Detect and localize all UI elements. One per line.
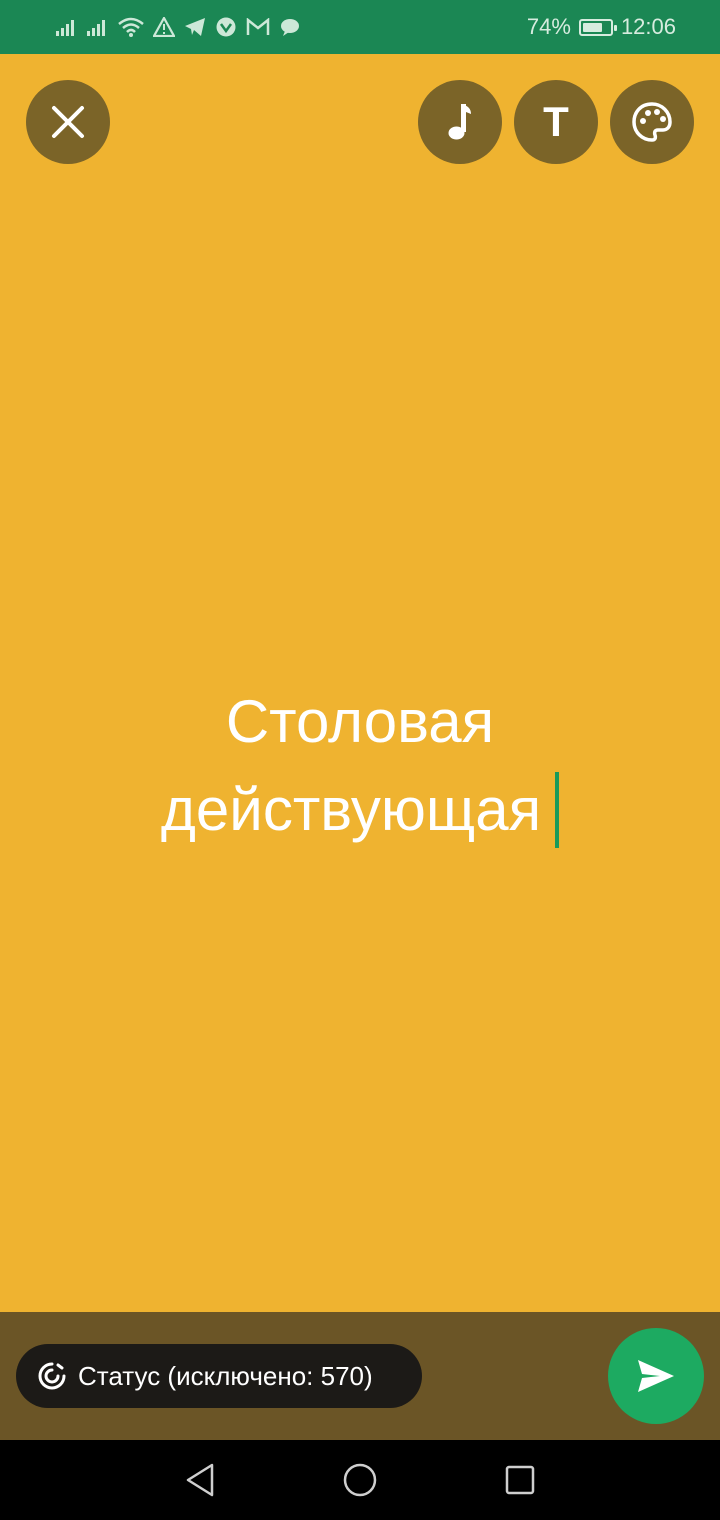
battery-level bbox=[582, 22, 603, 32]
telegram-icon bbox=[185, 18, 205, 36]
battery-icon bbox=[578, 18, 617, 36]
palette-icon bbox=[632, 102, 672, 142]
nav-back-button[interactable] bbox=[180, 1460, 220, 1500]
signal-icon bbox=[87, 20, 105, 36]
warning-icon bbox=[153, 17, 175, 37]
music-note-icon bbox=[448, 104, 471, 140]
back-triangle-icon bbox=[186, 1463, 214, 1497]
system-status-bar: 74% 12:06 bbox=[0, 0, 720, 54]
color-palette-button[interactable] bbox=[610, 80, 694, 164]
recents-square-icon bbox=[505, 1465, 535, 1495]
system-indicators: 74% 12:06 bbox=[527, 13, 676, 41]
battery-percent: 74% bbox=[526, 14, 571, 39]
close-button[interactable] bbox=[26, 80, 110, 164]
text-style-icon: T bbox=[543, 98, 569, 145]
status-privacy-label: Статус (исключено: 570) bbox=[78, 1360, 373, 1391]
message-icon bbox=[281, 19, 299, 36]
text-style-button[interactable]: T bbox=[514, 80, 598, 164]
notification-icons bbox=[56, 14, 301, 40]
nav-home-button[interactable] bbox=[340, 1460, 380, 1500]
clock: 12:06 bbox=[620, 14, 676, 39]
status-privacy-icon bbox=[38, 1362, 66, 1390]
status-text-line-1: Столовая bbox=[225, 688, 495, 755]
system-navigation-bar bbox=[0, 1440, 720, 1520]
nav-recents-button[interactable] bbox=[500, 1460, 540, 1500]
status-privacy-button[interactable]: Статус (исключено: 570) bbox=[16, 1344, 422, 1408]
home-circle-icon bbox=[343, 1463, 377, 1497]
wifi-icon bbox=[118, 17, 144, 37]
status-text-input[interactable]: Столовая действующая bbox=[0, 678, 720, 854]
vpn-icon bbox=[216, 17, 236, 37]
gmail-icon bbox=[246, 18, 270, 35]
send-button[interactable] bbox=[608, 1328, 704, 1424]
text-caret bbox=[555, 772, 560, 849]
status-text-line-2: действующая bbox=[160, 776, 542, 843]
signal-icon bbox=[56, 20, 74, 36]
bottom-bar: Статус (исключено: 570) bbox=[0, 1312, 720, 1440]
send-icon bbox=[638, 1360, 674, 1392]
close-icon bbox=[52, 106, 84, 138]
status-text-line-2-wrap: действующая bbox=[0, 766, 720, 854]
music-button[interactable] bbox=[418, 80, 502, 164]
